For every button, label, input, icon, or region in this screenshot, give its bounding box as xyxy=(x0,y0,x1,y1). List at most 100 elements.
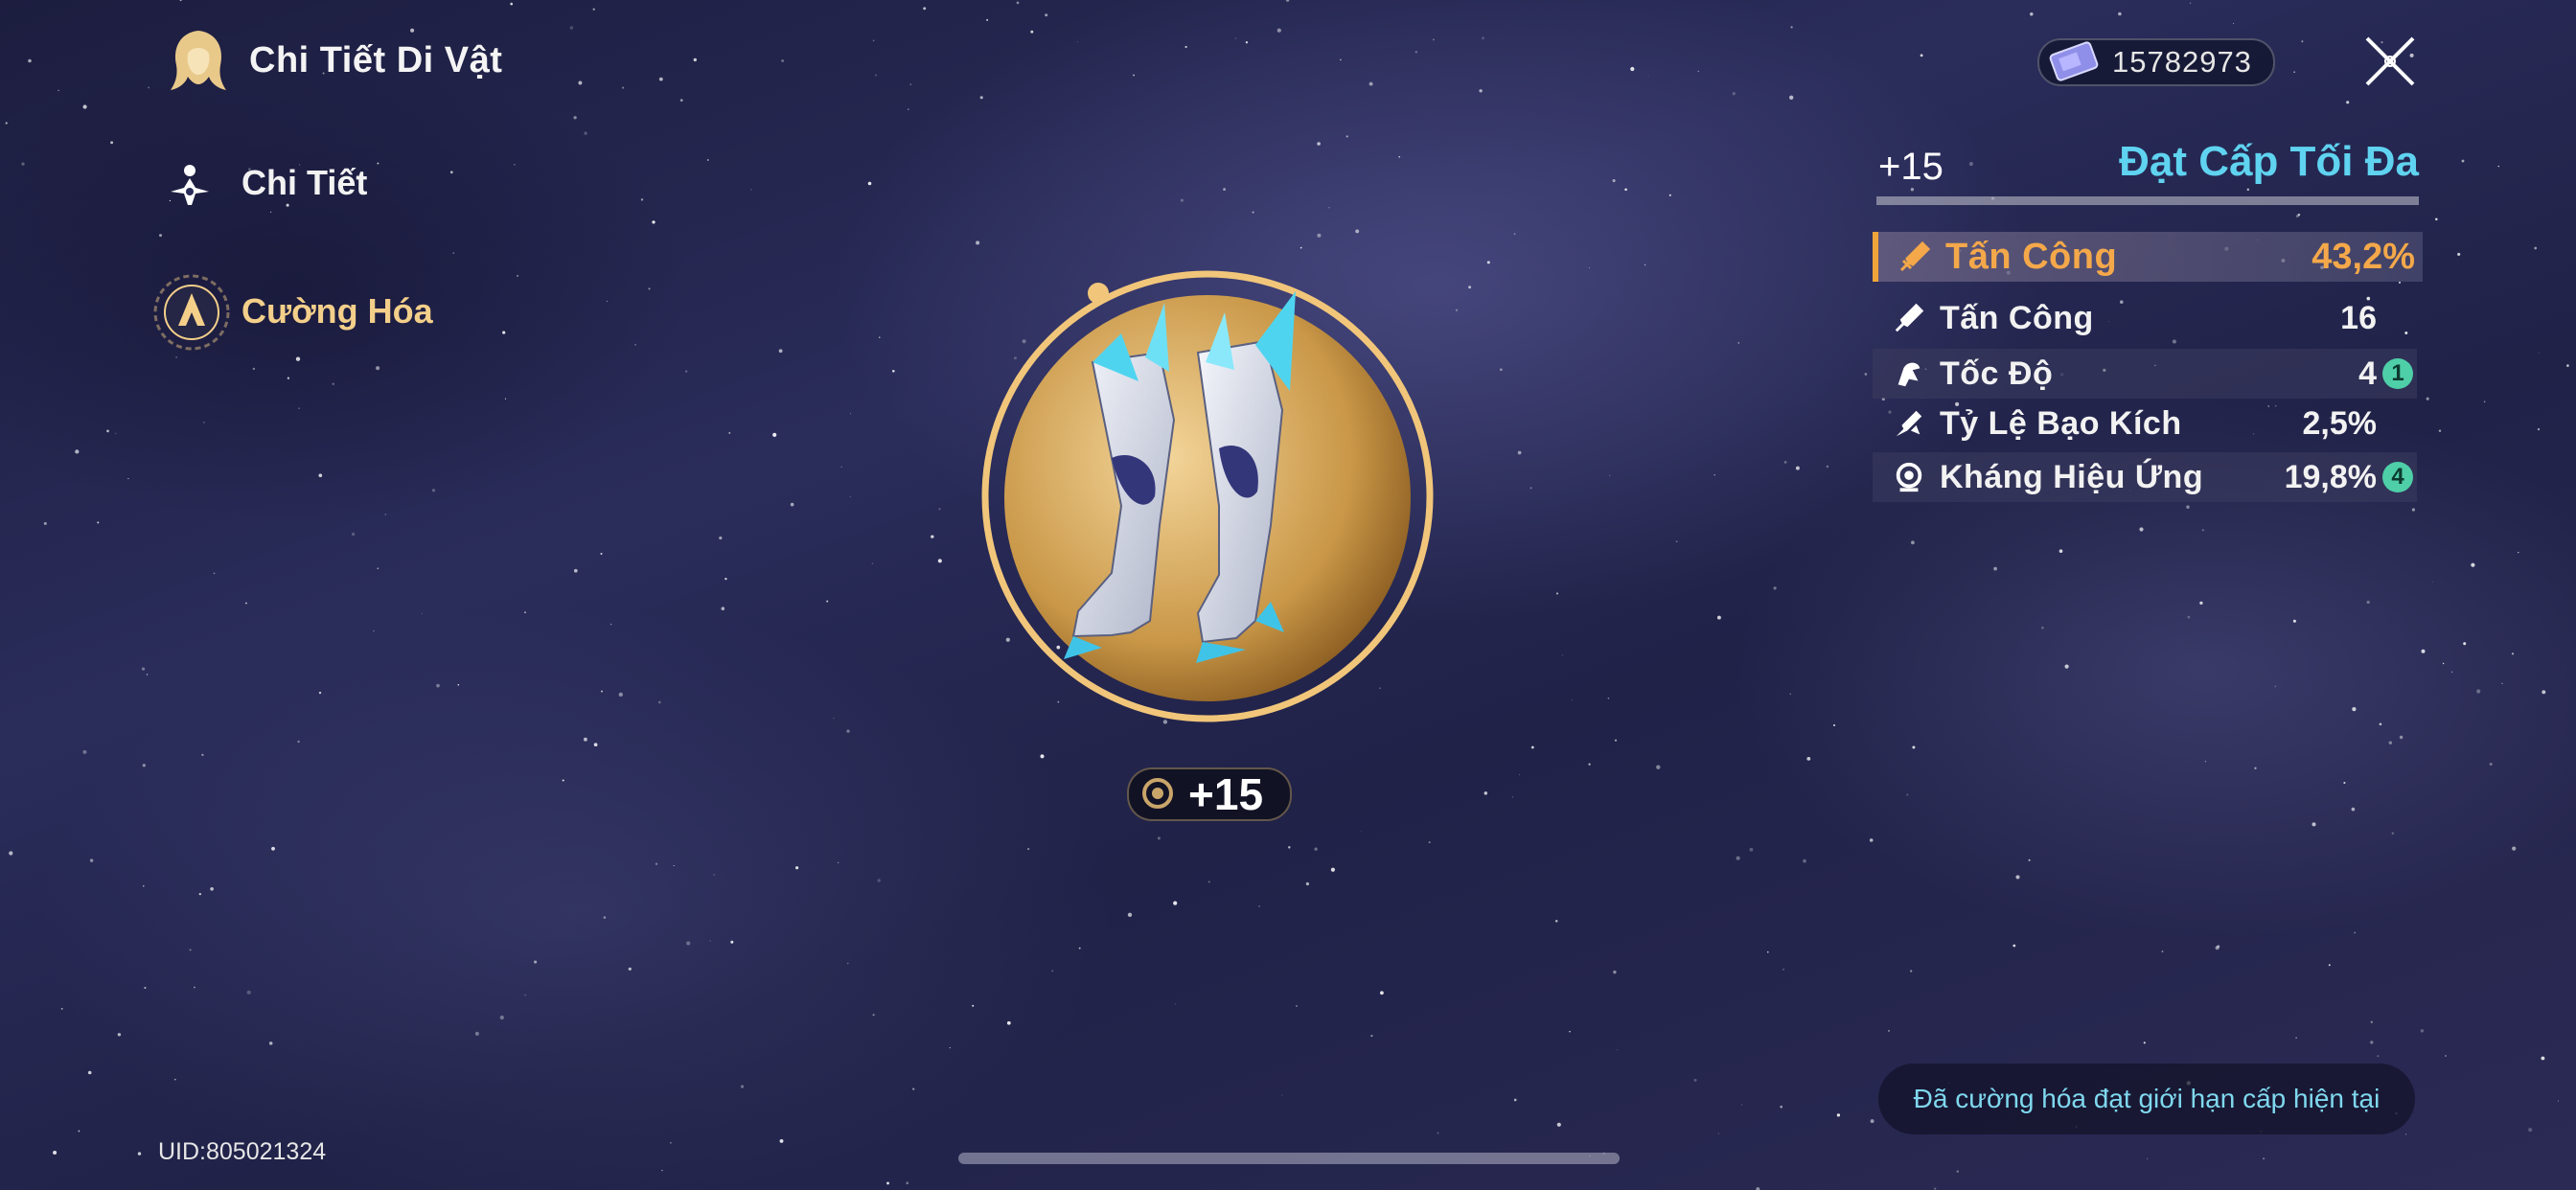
star xyxy=(2471,562,2475,567)
star xyxy=(909,83,911,85)
close-icon[interactable] xyxy=(2361,33,2419,90)
star xyxy=(97,521,100,524)
star xyxy=(1630,66,1635,72)
star xyxy=(2461,159,2465,163)
star xyxy=(2343,781,2346,785)
star xyxy=(2388,741,2393,744)
star xyxy=(1455,309,1459,311)
star xyxy=(2370,1041,2374,1044)
roll-count-badge: 1 xyxy=(2382,358,2413,389)
star xyxy=(1184,45,1187,49)
star xyxy=(923,7,927,11)
sub-stat-value: 4 xyxy=(2358,355,2377,392)
sub-stat-label: Kháng Hiệu Ứng xyxy=(1940,458,2204,495)
star xyxy=(332,382,334,386)
star xyxy=(2118,11,2122,16)
star xyxy=(1888,1030,1890,1032)
star xyxy=(573,116,577,120)
star xyxy=(2143,1041,2146,1044)
star xyxy=(2012,944,2016,948)
star xyxy=(2351,807,2356,812)
star xyxy=(976,240,980,245)
star xyxy=(728,431,731,434)
max-enhance-notice: Đã cường hóa đạt giới hạn cấp hiện tại xyxy=(1878,1064,2415,1134)
star xyxy=(1437,1132,1439,1134)
star xyxy=(2450,671,2453,674)
star xyxy=(2370,1020,2373,1023)
star xyxy=(144,986,147,990)
nav-item-enhance[interactable]: Cường Hóa xyxy=(150,272,456,353)
star xyxy=(421,612,423,614)
star xyxy=(213,572,216,575)
nav-item-details[interactable]: Chi Tiết xyxy=(161,153,410,211)
star xyxy=(867,181,872,186)
star xyxy=(194,986,196,989)
star xyxy=(1607,698,1610,699)
star xyxy=(740,1085,745,1088)
star xyxy=(2297,213,2301,217)
star xyxy=(1588,763,1591,766)
star xyxy=(2058,549,2063,553)
star xyxy=(1741,1104,1743,1106)
star xyxy=(1276,28,1281,33)
sub-stat-row: Kháng Hiệu Ứng 19,8% 4 xyxy=(1873,452,2417,502)
home-indicator[interactable] xyxy=(958,1153,1620,1164)
star xyxy=(115,432,117,435)
star xyxy=(1869,838,1874,842)
star xyxy=(634,343,636,346)
star xyxy=(2457,252,2461,256)
sub-stat-value: 2,5% xyxy=(2302,404,2378,442)
star xyxy=(410,28,415,33)
star xyxy=(431,489,436,492)
star xyxy=(610,623,612,626)
star xyxy=(693,57,697,62)
star xyxy=(246,990,251,995)
star xyxy=(117,1033,122,1037)
star xyxy=(1647,76,1649,78)
star xyxy=(524,994,527,996)
star xyxy=(1030,30,1034,34)
star xyxy=(1486,261,1490,264)
star xyxy=(606,300,608,302)
star xyxy=(269,211,272,214)
speed-icon xyxy=(1892,356,1926,391)
relic-level-badge: +15 xyxy=(1127,767,1292,821)
star xyxy=(833,718,835,720)
star xyxy=(2147,1157,2149,1159)
main-stat-row: Tấn Công 43,2% xyxy=(1873,232,2423,282)
star xyxy=(2426,397,2429,400)
main-stat-value: 43,2% xyxy=(2312,236,2415,277)
star xyxy=(906,1181,909,1185)
star xyxy=(449,171,453,174)
star xyxy=(2346,101,2350,104)
star xyxy=(82,104,87,109)
star xyxy=(2139,527,2144,532)
star xyxy=(1934,1187,1937,1190)
star xyxy=(202,421,205,423)
star xyxy=(772,432,777,437)
star xyxy=(2489,763,2493,766)
star xyxy=(1027,848,1030,851)
star xyxy=(719,536,723,540)
star xyxy=(2399,735,2404,740)
star xyxy=(1317,142,1321,146)
star xyxy=(2438,429,2442,432)
star xyxy=(972,1004,975,1007)
star xyxy=(60,1007,63,1010)
star xyxy=(148,86,150,89)
star xyxy=(1285,0,1290,2)
star xyxy=(2542,690,2546,695)
star xyxy=(297,740,300,744)
currency-display[interactable]: 15782973 xyxy=(2037,38,2275,86)
star xyxy=(1767,950,1769,953)
star xyxy=(1223,188,1227,192)
star xyxy=(2528,1128,2533,1133)
star xyxy=(1911,540,1915,545)
star xyxy=(1737,342,1740,344)
star xyxy=(1370,1035,1373,1038)
star xyxy=(872,39,875,42)
star xyxy=(937,559,942,563)
star xyxy=(1826,465,1829,469)
star xyxy=(1133,74,1135,77)
star xyxy=(846,729,850,733)
